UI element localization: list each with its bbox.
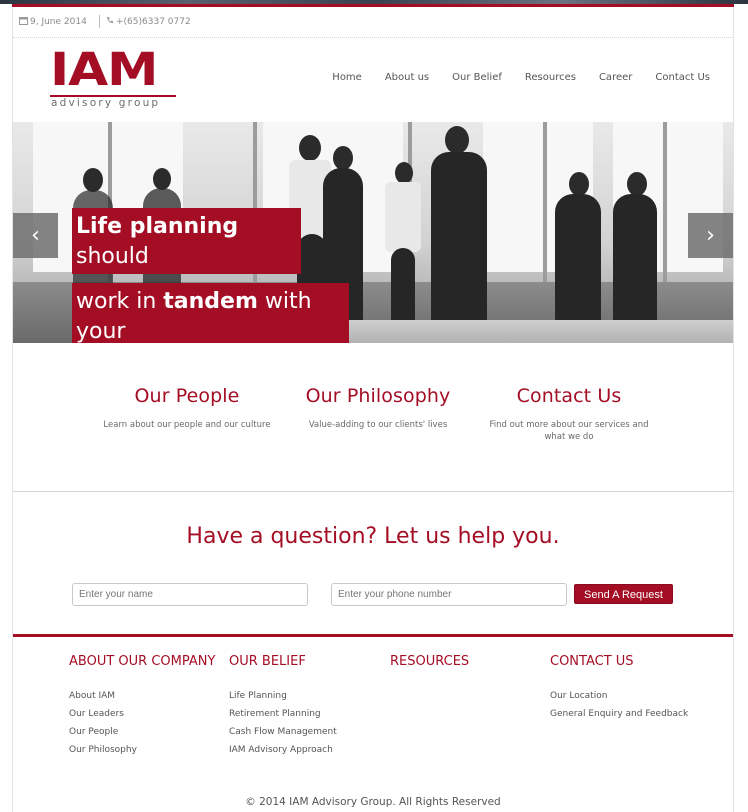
caption-line-2: work in tandem with <box>76 287 312 317</box>
feature-title[interactable]: Our People <box>97 385 277 407</box>
chevron-right-icon: › <box>706 223 715 248</box>
date-item: 9, June 2014 <box>19 16 87 28</box>
nav-contact-us[interactable]: Contact Us <box>632 72 710 83</box>
caption-bold-text: tandem <box>163 289 258 314</box>
phone-input[interactable] <box>331 583 567 606</box>
caption-text: should <box>76 244 149 269</box>
footer-link-our-leaders[interactable]: Our Leaders <box>69 705 229 723</box>
footer-column-belief: OUR BELIEF Life Planning Retirement Plan… <box>229 654 389 759</box>
feature-our-people[interactable]: Our People Learn about our people and ou… <box>97 385 277 431</box>
caption-text: with <box>257 289 312 314</box>
footer-link-advisory-approach[interactable]: IAM Advisory Approach <box>229 741 389 759</box>
nav-resources[interactable]: Resources <box>502 72 576 83</box>
person-head <box>83 168 103 192</box>
features-section: Our People Learn about our people and ou… <box>13 343 733 492</box>
window-mullion <box>663 122 667 282</box>
person-head <box>569 172 589 196</box>
caption-bold-text: Life planning <box>76 214 239 239</box>
copyright-text: © 2014 IAM Advisory Group. All Rights Re… <box>245 796 501 808</box>
footer-heading: RESOURCES <box>390 654 470 669</box>
footer-link-our-philosophy[interactable]: Our Philosophy <box>69 741 229 759</box>
person-head <box>627 172 647 196</box>
person-head <box>395 162 413 184</box>
slider-next-button[interactable]: › <box>688 213 733 258</box>
feature-title[interactable]: Our Philosophy <box>288 385 468 407</box>
feature-contact-us[interactable]: Contact Us Find out more about our servi… <box>479 385 659 443</box>
caption-text: work in <box>76 289 164 314</box>
footer-link-general-enquiry[interactable]: General Enquiry and Feedback <box>550 705 710 723</box>
phone-text: +(65)6337 0772 <box>116 16 191 27</box>
slider-prev-button[interactable]: ‹ <box>13 213 58 258</box>
footer-links: About IAM Our Leaders Our People Our Phi… <box>69 687 229 759</box>
footer-column-contact: CONTACT US Our Location General Enquiry … <box>550 654 710 723</box>
cta-heading: Have a question? Let us help you. <box>186 524 560 549</box>
footer-column-resources: RESOURCES <box>390 654 550 669</box>
person-head <box>153 168 171 190</box>
feature-our-philosophy[interactable]: Our Philosophy Value-adding to our clien… <box>288 385 468 431</box>
footer-link-retirement-planning[interactable]: Retirement Planning <box>229 705 389 723</box>
footer-link-our-location[interactable]: Our Location <box>550 687 710 705</box>
caption-line-3: your <box>76 319 126 343</box>
footer-links: Our Location General Enquiry and Feedbac… <box>550 687 710 723</box>
logo-brand: IAM <box>50 43 159 96</box>
footer-heading: OUR BELIEF <box>229 654 306 669</box>
nav-about-us[interactable]: About us <box>362 72 429 83</box>
send-request-button[interactable]: Send A Request <box>574 584 673 604</box>
hero-caption-2: work in tandem with your <box>72 283 349 343</box>
chevron-left-icon: ‹ <box>31 223 40 248</box>
top-info-bar: 9, June 2014 +(65)6337 0772 <box>13 7 733 38</box>
hero-caption-1: Life planning should <box>72 208 301 274</box>
logo-tagline: advisory group <box>51 97 161 109</box>
name-input[interactable] <box>72 583 308 606</box>
person-head <box>445 126 469 154</box>
nav-our-belief[interactable]: Our Belief <box>429 72 502 83</box>
footer-link-life-planning[interactable]: Life Planning <box>229 687 389 705</box>
feature-text: Find out more about our services and wha… <box>489 420 649 442</box>
nav-career[interactable]: Career <box>576 72 632 83</box>
footer-link-cash-flow[interactable]: Cash Flow Management <box>229 723 389 741</box>
footer-links: Life Planning Retirement Planning Cash F… <box>229 687 389 759</box>
footer-column-about: ABOUT OUR COMPANY About IAM Our Leaders … <box>69 654 229 759</box>
feature-title[interactable]: Contact Us <box>479 385 659 407</box>
window-mullion <box>543 122 547 282</box>
feature-text: Value-adding to our clients' lives <box>308 420 448 430</box>
phone-item: +(65)6337 0772 <box>106 16 191 27</box>
footer-heading: CONTACT US <box>550 654 634 669</box>
nav-home[interactable]: Home <box>309 72 362 83</box>
topbar-divider <box>99 15 100 28</box>
main-nav: Home About us Our Belief Resources Caree… <box>309 72 710 83</box>
footer-heading: ABOUT OUR COMPANY <box>69 654 216 669</box>
site-logo[interactable]: IAM advisory group <box>50 47 178 111</box>
person-head <box>333 146 353 170</box>
footer-link-about-iam[interactable]: About IAM <box>69 687 229 705</box>
footer-link-our-people[interactable]: Our People <box>69 723 229 741</box>
person-head <box>299 135 321 161</box>
phone-icon <box>106 16 114 27</box>
person-shirt <box>385 182 421 252</box>
person-silhouette <box>431 152 487 343</box>
footer-divider <box>13 634 733 637</box>
calendar-icon <box>19 16 28 28</box>
date-text: 9, June 2014 <box>30 17 87 27</box>
feature-text: Learn about our people and our culture <box>103 420 271 430</box>
